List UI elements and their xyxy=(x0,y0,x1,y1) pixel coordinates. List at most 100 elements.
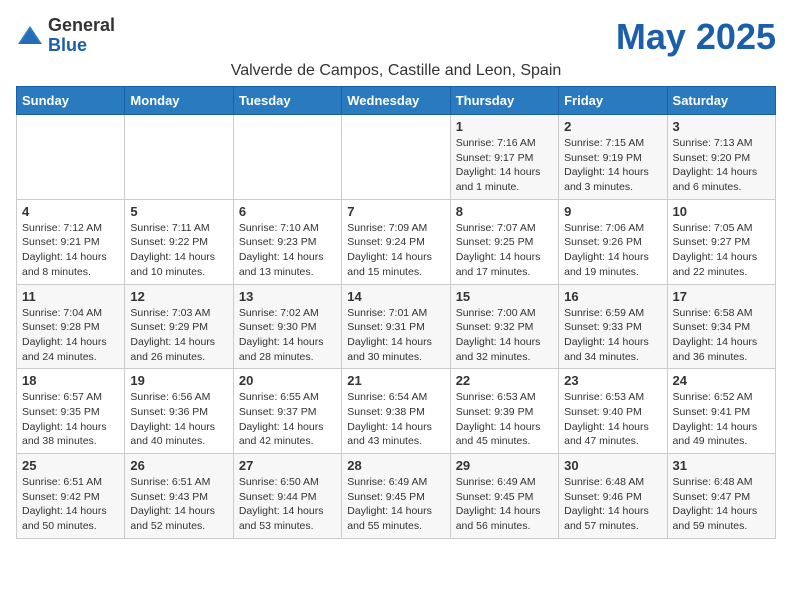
calendar-cell: 19 Sunrise: 6:56 AM Sunset: 9:36 PM Dayli… xyxy=(125,369,233,454)
header-cell-thursday: Thursday xyxy=(450,87,558,115)
day-number: 21 xyxy=(347,373,444,388)
cell-content: Sunrise: 7:16 AM Sunset: 9:17 PM Dayligh… xyxy=(456,136,553,195)
calendar-cell xyxy=(125,115,233,200)
header-cell-saturday: Saturday xyxy=(667,87,775,115)
day-number: 1 xyxy=(456,119,553,134)
cell-content: Sunrise: 6:56 AM Sunset: 9:36 PM Dayligh… xyxy=(130,390,227,449)
day-number: 28 xyxy=(347,458,444,473)
calendar-cell: 4 Sunrise: 7:12 AM Sunset: 9:21 PM Daylig… xyxy=(17,199,125,284)
calendar-cell: 28 Sunrise: 6:49 AM Sunset: 9:45 PM Dayli… xyxy=(342,454,450,539)
day-number: 4 xyxy=(22,204,119,219)
day-number: 31 xyxy=(673,458,770,473)
cell-content: Sunrise: 6:58 AM Sunset: 9:34 PM Dayligh… xyxy=(673,306,770,365)
cell-content: Sunrise: 7:13 AM Sunset: 9:20 PM Dayligh… xyxy=(673,136,770,195)
calendar-cell xyxy=(342,115,450,200)
calendar-cell: 5 Sunrise: 7:11 AM Sunset: 9:22 PM Daylig… xyxy=(125,199,233,284)
cell-content: Sunrise: 6:49 AM Sunset: 9:45 PM Dayligh… xyxy=(456,475,553,534)
header-cell-wednesday: Wednesday xyxy=(342,87,450,115)
day-number: 7 xyxy=(347,204,444,219)
day-number: 27 xyxy=(239,458,336,473)
calendar-cell: 23 Sunrise: 6:53 AM Sunset: 9:40 PM Dayli… xyxy=(559,369,667,454)
day-number: 26 xyxy=(130,458,227,473)
calendar-cell: 31 Sunrise: 6:48 AM Sunset: 9:47 PM Dayli… xyxy=(667,454,775,539)
calendar-cell: 6Sunrise: 7:10 AM Sunset: 9:23 PM Daylig… xyxy=(233,199,341,284)
page-header: General Blue May 2025 xyxy=(16,16,776,58)
day-number: 6 xyxy=(239,204,336,219)
calendar-cell: 18Sunrise: 6:57 AM Sunset: 9:35 PM Dayli… xyxy=(17,369,125,454)
cell-content: Sunrise: 6:51 AM Sunset: 9:43 PM Dayligh… xyxy=(130,475,227,534)
day-number: 22 xyxy=(456,373,553,388)
day-number: 25 xyxy=(22,458,119,473)
calendar-row: 11 Sunrise: 7:04 AM Sunset: 9:28 PM Dayli… xyxy=(17,284,776,369)
cell-content: Sunrise: 6:49 AM Sunset: 9:45 PM Dayligh… xyxy=(347,475,444,534)
calendar-cell xyxy=(233,115,341,200)
day-number: 8 xyxy=(456,204,553,219)
cell-content: Sunrise: 7:01 AM Sunset: 9:31 PM Dayligh… xyxy=(347,306,444,365)
calendar-cell: 2Sunrise: 7:15 AM Sunset: 9:19 PM Daylig… xyxy=(559,115,667,200)
calendar-cell: 29 Sunrise: 6:49 AM Sunset: 9:45 PM Dayli… xyxy=(450,454,558,539)
calendar-cell: 7 Sunrise: 7:09 AM Sunset: 9:24 PM Daylig… xyxy=(342,199,450,284)
calendar-cell: 10Sunrise: 7:05 AM Sunset: 9:27 PM Dayli… xyxy=(667,199,775,284)
day-number: 11 xyxy=(22,289,119,304)
calendar-table: SundayMondayTuesdayWednesdayThursdayFrid… xyxy=(16,86,776,539)
calendar-cell: 15Sunrise: 7:00 AM Sunset: 9:32 PM Dayli… xyxy=(450,284,558,369)
day-number: 29 xyxy=(456,458,553,473)
header-cell-monday: Monday xyxy=(125,87,233,115)
header-cell-tuesday: Tuesday xyxy=(233,87,341,115)
calendar-cell: 21 Sunrise: 6:54 AM Sunset: 9:38 PM Dayli… xyxy=(342,369,450,454)
cell-content: Sunrise: 6:48 AM Sunset: 9:47 PM Dayligh… xyxy=(673,475,770,534)
cell-content: Sunrise: 6:57 AM Sunset: 9:35 PM Dayligh… xyxy=(22,390,119,449)
day-number: 3 xyxy=(673,119,770,134)
calendar-cell: 16Sunrise: 6:59 AM Sunset: 9:33 PM Dayli… xyxy=(559,284,667,369)
calendar-cell: 11 Sunrise: 7:04 AM Sunset: 9:28 PM Dayli… xyxy=(17,284,125,369)
header-row: SundayMondayTuesdayWednesdayThursdayFrid… xyxy=(17,87,776,115)
day-number: 30 xyxy=(564,458,661,473)
calendar-cell: 25 Sunrise: 6:51 AM Sunset: 9:42 PM Dayli… xyxy=(17,454,125,539)
logo: General Blue xyxy=(16,16,115,56)
cell-content: Sunrise: 7:06 AM Sunset: 9:26 PM Dayligh… xyxy=(564,221,661,280)
calendar-body: 1 Sunrise: 7:16 AM Sunset: 9:17 PM Daylig… xyxy=(17,115,776,539)
calendar-row: 1 Sunrise: 7:16 AM Sunset: 9:17 PM Daylig… xyxy=(17,115,776,200)
header-cell-sunday: Sunday xyxy=(17,87,125,115)
day-number: 17 xyxy=(673,289,770,304)
calendar-cell: 22 Sunrise: 6:53 AM Sunset: 9:39 PM Dayli… xyxy=(450,369,558,454)
cell-content: Sunrise: 7:03 AM Sunset: 9:29 PM Dayligh… xyxy=(130,306,227,365)
cell-content: Sunrise: 7:02 AM Sunset: 9:30 PM Dayligh… xyxy=(239,306,336,365)
cell-content: Sunrise: 6:48 AM Sunset: 9:46 PM Dayligh… xyxy=(564,475,661,534)
calendar-cell: 1 Sunrise: 7:16 AM Sunset: 9:17 PM Daylig… xyxy=(450,115,558,200)
calendar-cell: 27Sunrise: 6:50 AM Sunset: 9:44 PM Dayli… xyxy=(233,454,341,539)
day-number: 23 xyxy=(564,373,661,388)
cell-content: Sunrise: 7:11 AM Sunset: 9:22 PM Dayligh… xyxy=(130,221,227,280)
cell-content: Sunrise: 6:51 AM Sunset: 9:42 PM Dayligh… xyxy=(22,475,119,534)
calendar-cell: 9 Sunrise: 7:06 AM Sunset: 9:26 PM Daylig… xyxy=(559,199,667,284)
day-number: 19 xyxy=(130,373,227,388)
day-number: 15 xyxy=(456,289,553,304)
calendar-cell: 3 Sunrise: 7:13 AM Sunset: 9:20 PM Daylig… xyxy=(667,115,775,200)
calendar-row: 25 Sunrise: 6:51 AM Sunset: 9:42 PM Dayli… xyxy=(17,454,776,539)
calendar-cell: 13 Sunrise: 7:02 AM Sunset: 9:30 PM Dayli… xyxy=(233,284,341,369)
month-title: May 2025 xyxy=(616,16,776,58)
header-cell-friday: Friday xyxy=(559,87,667,115)
calendar-cell: 8 Sunrise: 7:07 AM Sunset: 9:25 PM Daylig… xyxy=(450,199,558,284)
cell-content: Sunrise: 6:53 AM Sunset: 9:40 PM Dayligh… xyxy=(564,390,661,449)
subtitle: Valverde de Campos, Castille and Leon, S… xyxy=(16,62,776,80)
cell-content: Sunrise: 6:53 AM Sunset: 9:39 PM Dayligh… xyxy=(456,390,553,449)
cell-content: Sunrise: 7:07 AM Sunset: 9:25 PM Dayligh… xyxy=(456,221,553,280)
day-number: 16 xyxy=(564,289,661,304)
logo-icon xyxy=(16,22,44,50)
day-number: 5 xyxy=(130,204,227,219)
calendar-cell: 14 Sunrise: 7:01 AM Sunset: 9:31 PM Dayli… xyxy=(342,284,450,369)
cell-content: Sunrise: 6:54 AM Sunset: 9:38 PM Dayligh… xyxy=(347,390,444,449)
cell-content: Sunrise: 6:55 AM Sunset: 9:37 PM Dayligh… xyxy=(239,390,336,449)
day-number: 13 xyxy=(239,289,336,304)
cell-content: Sunrise: 7:09 AM Sunset: 9:24 PM Dayligh… xyxy=(347,221,444,280)
cell-content: Sunrise: 7:12 AM Sunset: 9:21 PM Dayligh… xyxy=(22,221,119,280)
cell-content: Sunrise: 7:04 AM Sunset: 9:28 PM Dayligh… xyxy=(22,306,119,365)
calendar-row: 4 Sunrise: 7:12 AM Sunset: 9:21 PM Daylig… xyxy=(17,199,776,284)
day-number: 24 xyxy=(673,373,770,388)
calendar-cell: 12Sunrise: 7:03 AM Sunset: 9:29 PM Dayli… xyxy=(125,284,233,369)
calendar-cell: 30 Sunrise: 6:48 AM Sunset: 9:46 PM Dayli… xyxy=(559,454,667,539)
day-number: 9 xyxy=(564,204,661,219)
day-number: 14 xyxy=(347,289,444,304)
logo-general: General xyxy=(48,16,115,36)
